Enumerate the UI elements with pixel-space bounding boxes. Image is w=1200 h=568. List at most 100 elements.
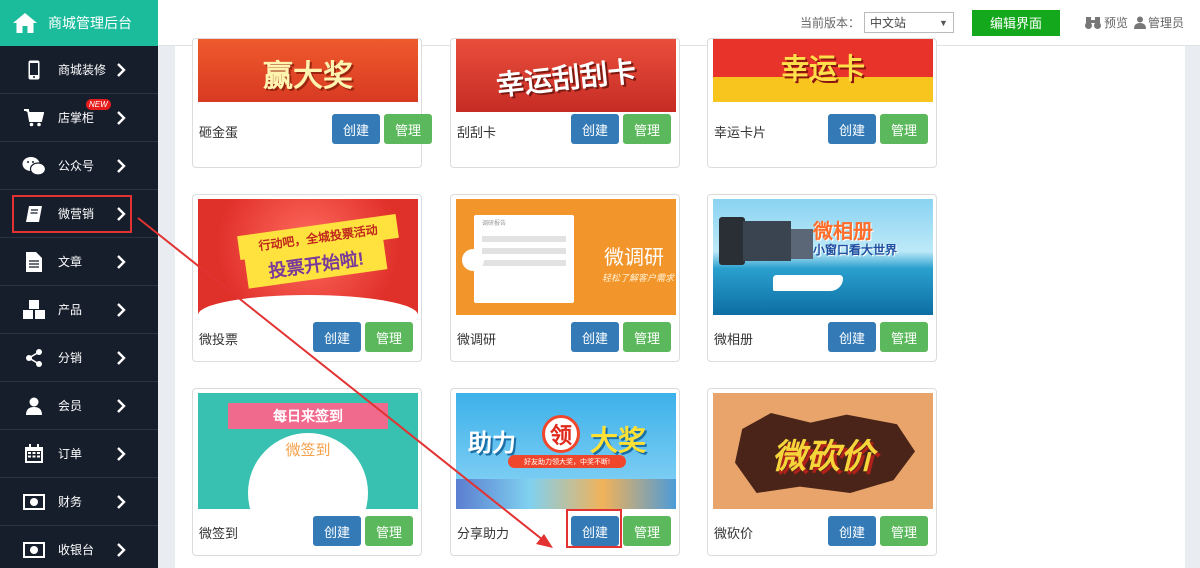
sidebar-item-decoration[interactable]: 商城装修 [0,46,158,94]
sidebar-item-orders[interactable]: 订单 [0,430,158,478]
version-label: 当前版本： [799,16,860,30]
create-button[interactable]: 创建 [828,114,876,144]
card-title: 砸金蛋 [199,125,239,140]
cart-icon [22,106,46,130]
card-title: 分享助力 [457,526,510,541]
banner-title-a: 助力 [468,430,516,457]
banner-title: 微砍价 [772,438,874,476]
create-button[interactable]: 创建 [313,322,361,352]
banner-title: 微相册 [813,221,873,243]
preview-link[interactable]: 预览 [1084,14,1128,31]
chevron-right-icon [117,302,126,317]
sidebar-item-articles[interactable]: 文章 [0,238,158,286]
card-title: 微砍价 [714,526,754,541]
thumbnail: 幸运卡 [713,39,933,102]
manage-button[interactable]: 管理 [880,516,928,546]
card-title: 微相册 [714,332,754,347]
create-button[interactable]: 创建 [313,516,361,546]
brand-title: 商城管理后台 [48,15,132,31]
banner-subtitle: 轻松了解客户需求 [602,273,675,283]
banner-subtitle: 微签到 [285,442,331,459]
card-checkin: 每日来签到 微签到 微签到 创建 管理 [192,388,422,556]
admin-link[interactable]: 管理员 [1133,14,1184,31]
sidebar-item-members[interactable]: 会员 [0,382,158,430]
document-icon [22,250,46,274]
sidebar-item-label: 文章 [58,255,83,269]
cashier-icon [22,538,46,562]
create-button[interactable]: 创建 [571,114,619,144]
preview-label: 预览 [1103,16,1128,30]
document-title: 调研报告 [482,221,507,227]
sidebar-item-label: 财务 [58,495,83,509]
thumbnail: 微砍价 [713,393,933,509]
version-select[interactable]: 中文站 ▼ [863,12,954,33]
card-album: 微相册 小窗口看大世界 微相册 创建 管理 [707,194,937,362]
cubes-icon [22,298,46,322]
create-button[interactable]: 创建 [828,322,876,352]
chevron-right-icon [117,254,126,269]
manage-button[interactable]: 管理 [623,516,671,546]
card-title: 微调研 [457,332,497,347]
sidebar-item-label: 公众号 [58,159,95,173]
manage-button[interactable]: 管理 [880,322,928,352]
sidebar-item-cashier[interactable]: 收银台 [0,526,158,568]
sidebar-item-label: 商城装修 [58,63,107,77]
sidebar-item-label: 订单 [58,447,83,461]
banner-subtitle: 好友助力领大奖，中奖不断! [508,455,626,468]
thumbnail: 幸运刮刮卡 [456,39,676,112]
thumbnail: 微相册 小窗口看大世界 [713,199,933,315]
create-button[interactable]: 创建 [332,114,380,144]
manage-button[interactable]: 管理 [880,114,928,144]
edit-interface-button[interactable]: 编辑界面 [971,9,1060,36]
card-title: 微签到 [199,526,239,541]
sidebar-item-store[interactable]: 店掌柜 NEW [0,94,158,142]
book-icon [22,202,46,226]
sidebar-item-official-account[interactable]: 公众号 [0,142,158,190]
chevron-right-icon [117,350,126,365]
marketing-content: 赢大奖 砸金蛋 创建 管理 幸运刮刮卡 刮刮卡 创建 管理 幸运卡 幸运卡片 创… [175,38,1185,568]
sidebar-item-marketing[interactable]: 微营销 [0,190,158,238]
admin-label: 管理员 [1147,16,1184,30]
thumbnail: 行动吧，全城投票活动 投票开始啦! [198,199,418,315]
chevron-right-icon [117,542,126,557]
banner-title-c: 大奖 [590,425,647,456]
create-button[interactable]: 创建 [571,322,619,352]
chevron-right-icon [117,398,126,413]
binoculars-icon [1084,16,1101,29]
banner-text: 幸运卡 [780,53,865,84]
thumbnail: 助力 领 大奖 好友助力领大奖，中奖不断! [456,393,676,509]
decoration [198,295,418,315]
banner-title: 微调研 [604,247,664,269]
new-badge: NEW [86,99,111,110]
manage-button[interactable]: 管理 [623,322,671,352]
card-scratch-card: 幸运刮刮卡 刮刮卡 创建 管理 [450,38,680,168]
manage-button[interactable]: 管理 [384,114,432,144]
sidebar-item-label: 收银台 [58,543,95,557]
banner-ribbon: 每日来签到 [228,403,388,429]
banner-title-b: 领 [542,415,580,453]
calendar-icon [22,442,46,466]
sidebar-item-label: 产品 [58,303,83,317]
thumbnail: 每日来签到 微签到 [198,393,418,509]
money-icon [22,490,46,514]
sidebar-item-label: 分销 [58,351,83,365]
sidebar-item-finance[interactable]: 财务 [0,478,158,526]
chevron-right-icon [117,110,126,125]
create-button[interactable]: 创建 [828,516,876,546]
sidebar: 商城装修 店掌柜 NEW 公众号 微营销 文章 产品 分销 会员 订单 财务 收… [0,46,158,568]
sidebar-item-label: 店掌柜 [58,111,95,125]
share-icon [22,346,46,370]
boat-decoration [773,275,843,291]
sidebar-item-distribution[interactable]: 分销 [0,334,158,382]
home-icon [13,13,37,33]
chevron-right-icon [117,206,126,221]
brand-logo[interactable]: 商城管理后台 [0,0,158,46]
manage-button[interactable]: 管理 [623,114,671,144]
wechat-icon [22,154,46,178]
sidebar-item-products[interactable]: 产品 [0,286,158,334]
create-button[interactable]: 创建 [571,516,619,546]
user-icon [1133,16,1146,29]
manage-button[interactable]: 管理 [365,516,413,546]
card-smash-egg: 赢大奖 砸金蛋 创建 管理 [192,38,432,168]
manage-button[interactable]: 管理 [365,322,413,352]
